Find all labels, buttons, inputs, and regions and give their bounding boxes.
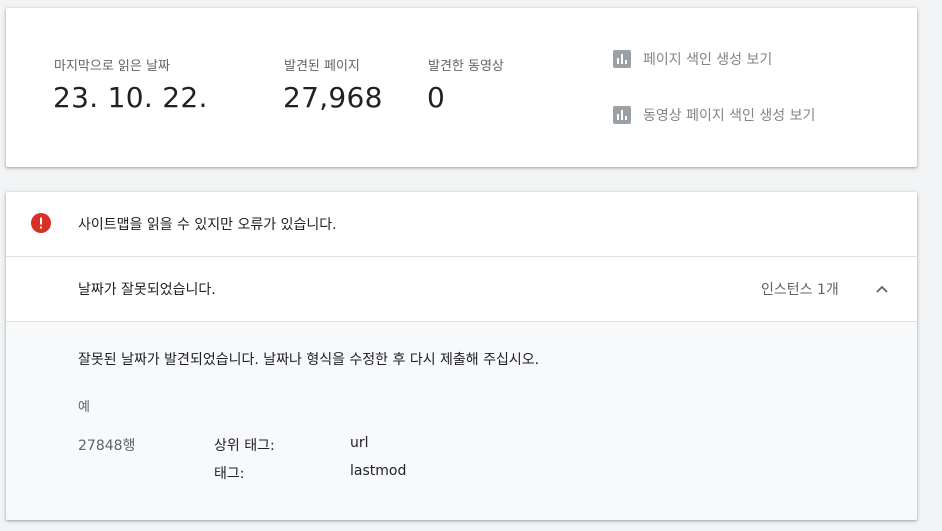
tag-label: 태그: [214, 466, 245, 482]
issue-status-row: 사이트맵을 읽을 수 있지만 오류가 있습니다. [6, 192, 917, 257]
discovered-pages-value: 27,968 [283, 81, 383, 114]
bar-chart-icon [613, 106, 631, 124]
instance-count: 인스턴스 1개 [761, 282, 839, 298]
page-indexing-report-label: 페이지 색인 생성 보기 [643, 52, 773, 68]
tag-value: lastmod [350, 463, 407, 479]
parent-tag-label: 상위 태그: [214, 438, 275, 454]
page-indexing-report-link[interactable]: 페이지 색인 생성 보기 [613, 49, 772, 69]
issue-title: 날짜가 잘못되었습니다. [78, 282, 216, 298]
last-read-value: 23. 10. 22. [53, 81, 208, 114]
video-indexing-report-link[interactable]: 동영상 페이지 색인 생성 보기 [613, 105, 815, 125]
chevron-up-icon[interactable] [874, 281, 890, 297]
issue-description: 잘못된 날짜가 발견되었습니다. 날짜나 형식을 수정한 후 다시 제출해 주십… [78, 352, 540, 368]
discovered-pages-label: 발견된 페이지 [284, 59, 360, 74]
sitemap-stats-card: 마지막으로 읽은 날짜 23. 10. 22. 발견된 페이지 27,968 발… [6, 8, 917, 167]
video-indexing-report-label: 동영상 페이지 색인 생성 보기 [643, 108, 816, 124]
sitemap-issue-card: 사이트맵을 읽을 수 있지만 오류가 있습니다. 날짜가 잘못되었습니다. 인스… [6, 192, 917, 520]
example-label: 예 [78, 400, 90, 415]
issue-detail-panel: 잘못된 날짜가 발견되었습니다. 날짜나 형식을 수정한 후 다시 제출해 주십… [6, 322, 917, 520]
discovered-videos-value: 0 [427, 81, 446, 114]
discovered-videos-label: 발견한 동영상 [428, 59, 504, 74]
last-read-label: 마지막으로 읽은 날짜 [54, 59, 170, 74]
bar-chart-icon [613, 50, 631, 68]
error-icon [31, 213, 51, 233]
issue-expand-row[interactable]: 날짜가 잘못되었습니다. 인스턴스 1개 [6, 257, 917, 322]
issue-status-text: 사이트맵을 읽을 수 있지만 오류가 있습니다. [78, 217, 337, 233]
parent-tag-value: url [350, 435, 369, 451]
line-number: 27848행 [78, 438, 136, 454]
